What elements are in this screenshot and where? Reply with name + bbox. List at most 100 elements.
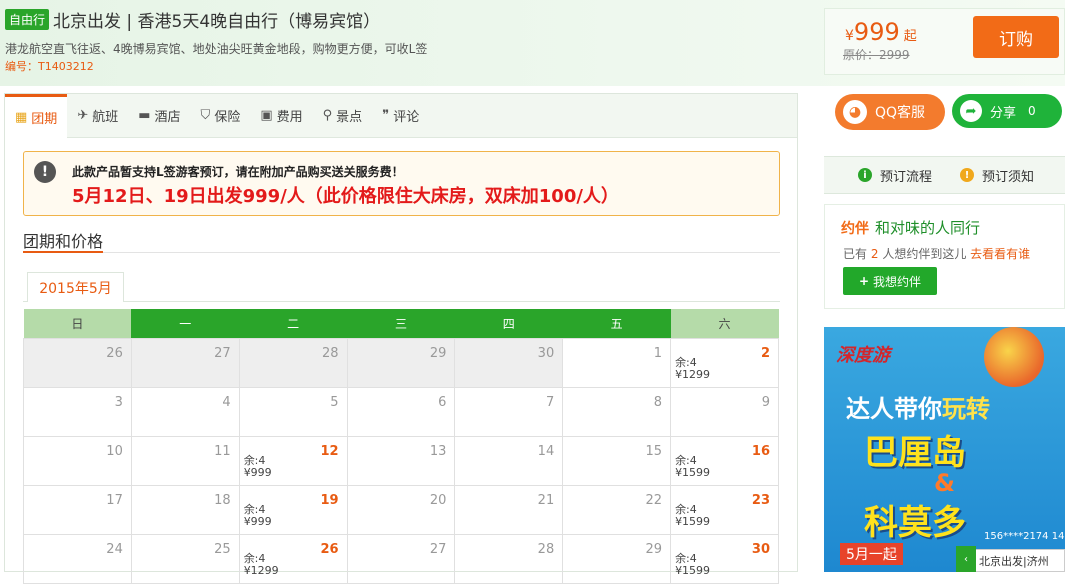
- companion-title: 约伴 和对味的人同行: [841, 217, 980, 238]
- calendar-day-available[interactable]: 30 余:4 ¥1599: [670, 533, 779, 584]
- promo-banner[interactable]: 深度游 达人带你玩转 巴厘岛 & 科莫多 156****2174 14 5月一起…: [824, 327, 1065, 572]
- calendar-day: 5: [238, 386, 348, 437]
- calendar-day: 28: [238, 337, 348, 388]
- price: ¥999 起: [845, 18, 917, 46]
- tab-label: 评论: [393, 110, 420, 125]
- day-availability: 余:4 ¥1599: [675, 552, 710, 577]
- tab-dates[interactable]: ▦ 团期: [5, 93, 68, 138]
- companion-middle: 人想约伴到这儿: [882, 247, 967, 261]
- day-number: 28: [537, 541, 555, 557]
- price-currency: ¥: [845, 28, 854, 44]
- calendar-week-row: 10 11 12 余:4 ¥999 13 14 15 16 余:4 ¥1599: [23, 435, 779, 486]
- booking-process-link[interactable]: i 预订流程: [858, 166, 932, 185]
- want-companion-button[interactable]: + 我想约伴: [843, 267, 937, 295]
- calendar-day-available[interactable]: 16 余:4 ¥1599: [670, 435, 779, 486]
- day-number: 3: [114, 394, 123, 410]
- bed-icon: ▬: [138, 108, 151, 123]
- plus-icon: +: [858, 274, 870, 288]
- day-number: 30: [751, 541, 770, 557]
- day-price: ¥999: [243, 514, 272, 528]
- seats-remaining: 余:4: [675, 453, 697, 467]
- want-companion-label: 我想约伴: [873, 274, 922, 289]
- ticker-prev-button[interactable]: ‹: [956, 546, 976, 572]
- detail-tabs: ▦ 团期 ✈ 航班 ▬ 酒店 ⛉ 保险 ▣ 费用 ⚲ 景点 ❞ 评论: [5, 93, 797, 138]
- price-suffix: 起: [903, 29, 917, 44]
- product-title-row: 自由行 北京出发 | 香港5天4晚自由行（博易宾馆）: [5, 7, 380, 32]
- calendar-day-available[interactable]: 23 余:4 ¥1599: [670, 484, 779, 535]
- shield-icon: ⛉: [200, 108, 211, 123]
- day-number: 20: [429, 492, 447, 508]
- booking-notice-link[interactable]: ! 预订须知: [960, 166, 1034, 185]
- tab-fees[interactable]: ▣ 费用: [250, 94, 312, 138]
- calendar-day: 17: [23, 484, 132, 535]
- calendar-day: 4: [130, 386, 240, 437]
- notice-line-1: 此款产品暂支持L签游客预订，请在附加产品购买送关服务费！: [72, 165, 404, 179]
- plane-icon: ✈: [77, 108, 89, 123]
- alert-icon: !: [34, 161, 56, 183]
- day-number: 29: [645, 541, 663, 557]
- calendar-day: 10: [23, 435, 132, 486]
- calendar-day: 27: [130, 337, 240, 388]
- promo-line-3: 科莫多: [864, 503, 966, 543]
- calendar-day-available[interactable]: 26 余:4 ¥1299: [238, 533, 348, 584]
- tab-label: 酒店: [154, 110, 181, 125]
- calendar-day-available[interactable]: 12 余:4 ¥999: [238, 435, 348, 486]
- calendar-day: 29: [346, 337, 456, 388]
- weekday-header: 四: [454, 309, 563, 338]
- day-number: 30: [537, 345, 555, 361]
- month-tab[interactable]: 2015年5月: [27, 272, 124, 302]
- day-number: 6: [438, 394, 447, 410]
- section-divider: [23, 252, 780, 253]
- day-availability: 余:4 ¥1299: [675, 356, 710, 381]
- product-subtitle: 港龙航空直飞往返、4晚博易宾馆、地处油尖旺黄金地段，购物更方便，可收L签: [5, 42, 428, 56]
- share-count: 0: [1028, 104, 1036, 118]
- tab-insurance[interactable]: ⛉ 保险: [191, 94, 251, 138]
- day-number: 25: [214, 541, 231, 557]
- weekday-header: 一: [131, 309, 240, 338]
- wallet-icon: ▣: [260, 108, 273, 123]
- seats-remaining: 余:4: [243, 502, 266, 516]
- day-number: 27: [429, 541, 447, 557]
- day-number: 12: [320, 443, 339, 459]
- order-button[interactable]: 订购: [973, 16, 1059, 58]
- tab-reviews[interactable]: ❞ 评论: [372, 94, 429, 138]
- day-availability: 余:4 ¥1599: [675, 453, 710, 479]
- calendar-day-available[interactable]: 19 余:4 ¥999: [238, 484, 348, 535]
- companion-title-text: 和对味的人同行: [875, 219, 981, 237]
- map-pin-icon: ⚲: [322, 108, 333, 123]
- calendar-week-row: 26 27 28 29 30 1 2 余:4 ¥1299: [23, 337, 779, 388]
- day-number: 4: [222, 394, 231, 410]
- day-number: 15: [645, 443, 663, 459]
- calendar-day: 30: [454, 337, 564, 388]
- tab-flights[interactable]: ✈ 航班: [67, 94, 128, 138]
- calendar-day: 21: [454, 484, 564, 535]
- section-title-underline: [23, 251, 103, 253]
- promo-line-1b: 玩转: [942, 395, 990, 423]
- day-number: 23: [751, 492, 770, 508]
- share-button[interactable]: ➦ 分享 0: [952, 94, 1062, 128]
- promo-date: 5月一起: [840, 543, 903, 565]
- weekday-header: 二: [239, 309, 348, 338]
- calendar-day: 26: [23, 337, 132, 388]
- calendar-day: 9: [670, 386, 779, 437]
- balloon-graphic: [984, 327, 1044, 387]
- main-panel: ▦ 团期 ✈ 航班 ▬ 酒店 ⛉ 保险 ▣ 费用 ⚲ 景点 ❞ 评论 ! 此款产品暂支持L签游…: [4, 93, 798, 584]
- tab-label: 费用: [276, 110, 303, 125]
- day-number: 13: [429, 443, 447, 459]
- day-number: 11: [214, 443, 231, 459]
- day-number: 19: [320, 492, 339, 508]
- companion-see-who-link[interactable]: 去看看有谁: [970, 247, 1030, 261]
- tab-label: 保险: [214, 110, 241, 125]
- calendar-week-row: 17 18 19 余:4 ¥999 20 21 22 23 余:4 ¥1599: [23, 484, 779, 535]
- calendar-body: 26 27 28 29 30 1 2 余:4 ¥1299 3 4 5 6 7 8 9 10 11 12 余:4 ¥999…: [23, 337, 779, 584]
- qq-service-button[interactable]: ◕ QQ客服: [835, 94, 945, 130]
- booking-links-bar: i 预订流程 ! 预订须知: [824, 156, 1065, 194]
- calendar-day: 7: [454, 386, 564, 437]
- tab-hotel[interactable]: ▬ 酒店: [128, 94, 190, 138]
- booking-notice-label: 预订须知: [982, 169, 1035, 185]
- qq-service-label: QQ客服: [875, 105, 926, 121]
- tab-attractions[interactable]: ⚲ 景点: [313, 94, 373, 138]
- calendar-day: 27: [346, 533, 456, 584]
- calendar-day: 18: [130, 484, 240, 535]
- calendar-day-available[interactable]: 2 余:4 ¥1299: [670, 337, 779, 388]
